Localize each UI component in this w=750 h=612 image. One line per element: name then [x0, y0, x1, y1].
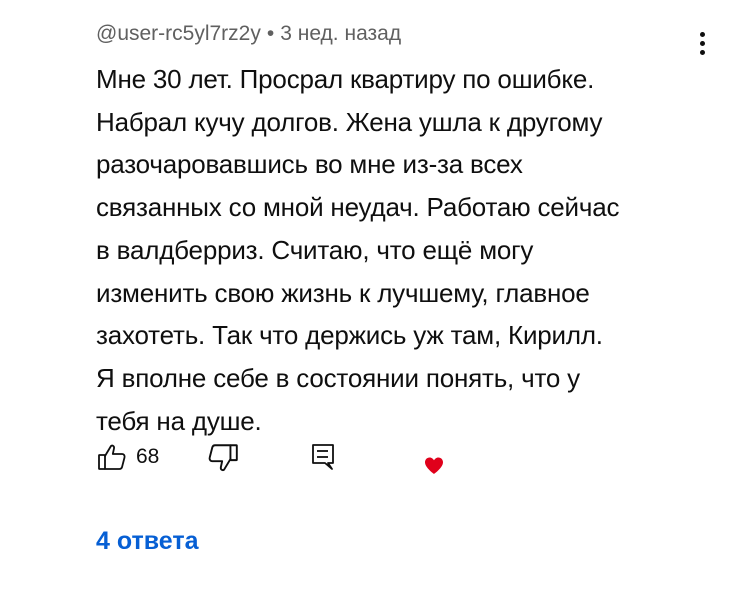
comment-line: в валдберриз. Считаю, что ещё могу — [96, 234, 534, 265]
comment-line: тебя на душе. — [96, 405, 262, 436]
comment-actions: 68 — [96, 440, 476, 476]
creator-heart-icon — [425, 457, 443, 474]
comment-header: @user-rc5yl7rz2y • 3 нед. назад — [96, 20, 401, 48]
comment: @user-rc5yl7rz2y • 3 нед. назад Мне 30 лет… — [0, 0, 750, 612]
comment-text: Мне 30 лет. Просрал квартиру по ошибке. … — [96, 58, 716, 442]
comment-line: Набрал кучу долгов. Жена ушла к другому — [96, 106, 603, 137]
reply-button[interactable] — [308, 442, 338, 472]
thumb-up-icon — [98, 444, 126, 470]
timestamp[interactable]: 3 нед. назад — [280, 22, 401, 45]
author-handle[interactable]: @user-rc5yl7rz2y — [96, 22, 261, 45]
comment-line: захотеть. Так что держись уж там, Кирилл… — [96, 320, 603, 351]
comment-line: Я вполне себе в состоянии понять, что у — [96, 362, 580, 393]
separator-dot: • — [266, 22, 275, 45]
comment-line: Мне 30 лет. Просрал квартиру по ошибке. — [96, 64, 595, 94]
comment-line: разочаровавшись во мне из-за всех — [96, 149, 523, 180]
like-count: 68 — [136, 445, 160, 468]
more-vertical-icon[interactable] — [690, 30, 714, 58]
like-button[interactable]: 68 — [96, 440, 159, 474]
comment-reply-icon — [312, 444, 334, 470]
comment-line: изменить свою жизнь к лучшему, главное — [96, 277, 590, 308]
dislike-button[interactable] — [206, 441, 240, 475]
thumb-down-icon — [208, 444, 238, 472]
view-replies-button[interactable]: 4 ответа — [96, 524, 199, 558]
comment-line: связанных со мной неудач. Работаю сейчас — [96, 192, 620, 223]
